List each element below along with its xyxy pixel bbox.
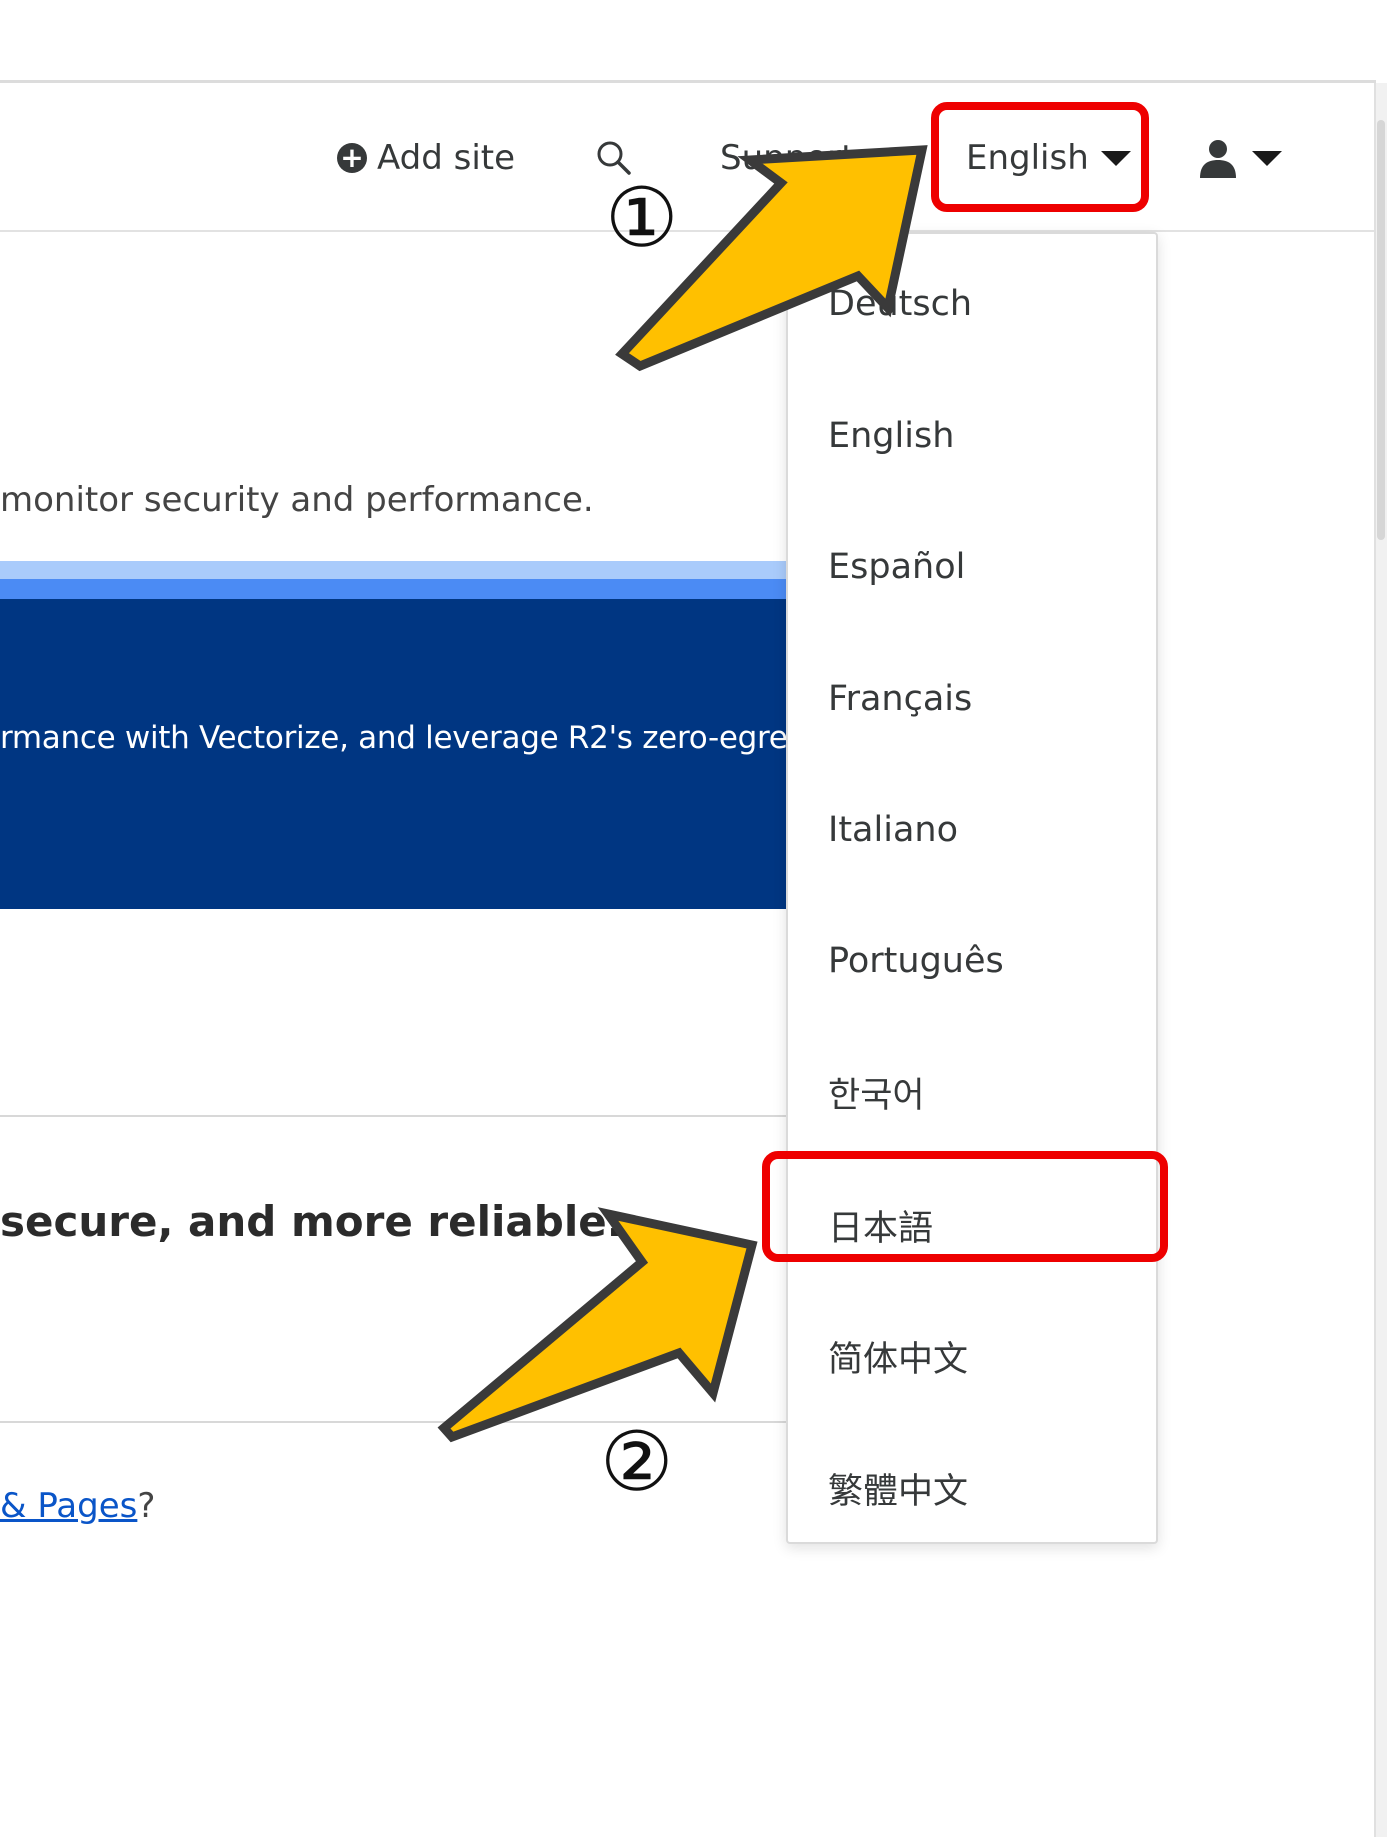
language-option-english[interactable]: English — [828, 406, 954, 466]
highlight-box-japanese-option — [762, 1151, 1168, 1262]
add-site-button[interactable]: + Add site — [337, 130, 515, 186]
help-text: & Pages? — [0, 1486, 155, 1526]
language-option-italiano[interactable]: Italiano — [828, 800, 958, 860]
scrollbar-thumb[interactable] — [1377, 120, 1385, 540]
step-2-marker: ② — [600, 1415, 674, 1510]
user-icon — [1200, 140, 1236, 178]
help-text-suffix: ? — [137, 1486, 156, 1526]
chevron-down-icon — [1252, 150, 1282, 166]
step-1-marker: ① — [605, 171, 679, 266]
user-menu-button[interactable] — [1196, 130, 1282, 186]
language-option-traditional-chinese[interactable]: 繁體中文 — [828, 1458, 968, 1518]
support-menu-button[interactable]: Support — [720, 130, 897, 186]
language-option-korean[interactable]: 한국어 — [828, 1062, 925, 1122]
language-dropdown: Deutsch English Español Français Italian… — [786, 232, 1158, 1544]
window-top-border — [0, 80, 1376, 83]
language-option-francais[interactable]: Français — [828, 669, 972, 729]
add-site-label: Add site — [377, 138, 516, 178]
section-divider — [0, 1115, 786, 1117]
language-option-simplified-chinese[interactable]: 简体中文 — [828, 1326, 968, 1386]
banner-accent-light — [0, 561, 786, 579]
language-option-espanol[interactable]: Español — [828, 537, 965, 597]
section-headline: secure, and more reliable. — [0, 1197, 623, 1246]
plus-circle-icon: + — [337, 143, 367, 173]
chevron-down-icon — [866, 150, 897, 166]
language-option-portugues[interactable]: Português — [828, 931, 1004, 991]
workers-pages-link[interactable]: & Pages — [0, 1486, 137, 1526]
page-subtitle: monitor security and performance. — [0, 480, 594, 520]
header-divider — [0, 230, 1374, 232]
arrow-step2-icon — [437, 1207, 758, 1443]
support-label: Support — [720, 138, 855, 178]
language-option-deutsch[interactable]: Deutsch — [828, 274, 972, 334]
annotation-arrows — [437, 145, 928, 1443]
banner-accent — [0, 579, 786, 599]
promo-banner-text: rmance with Vectorize, and leverage R2's… — [0, 720, 820, 756]
highlight-box-language-button — [931, 102, 1149, 212]
